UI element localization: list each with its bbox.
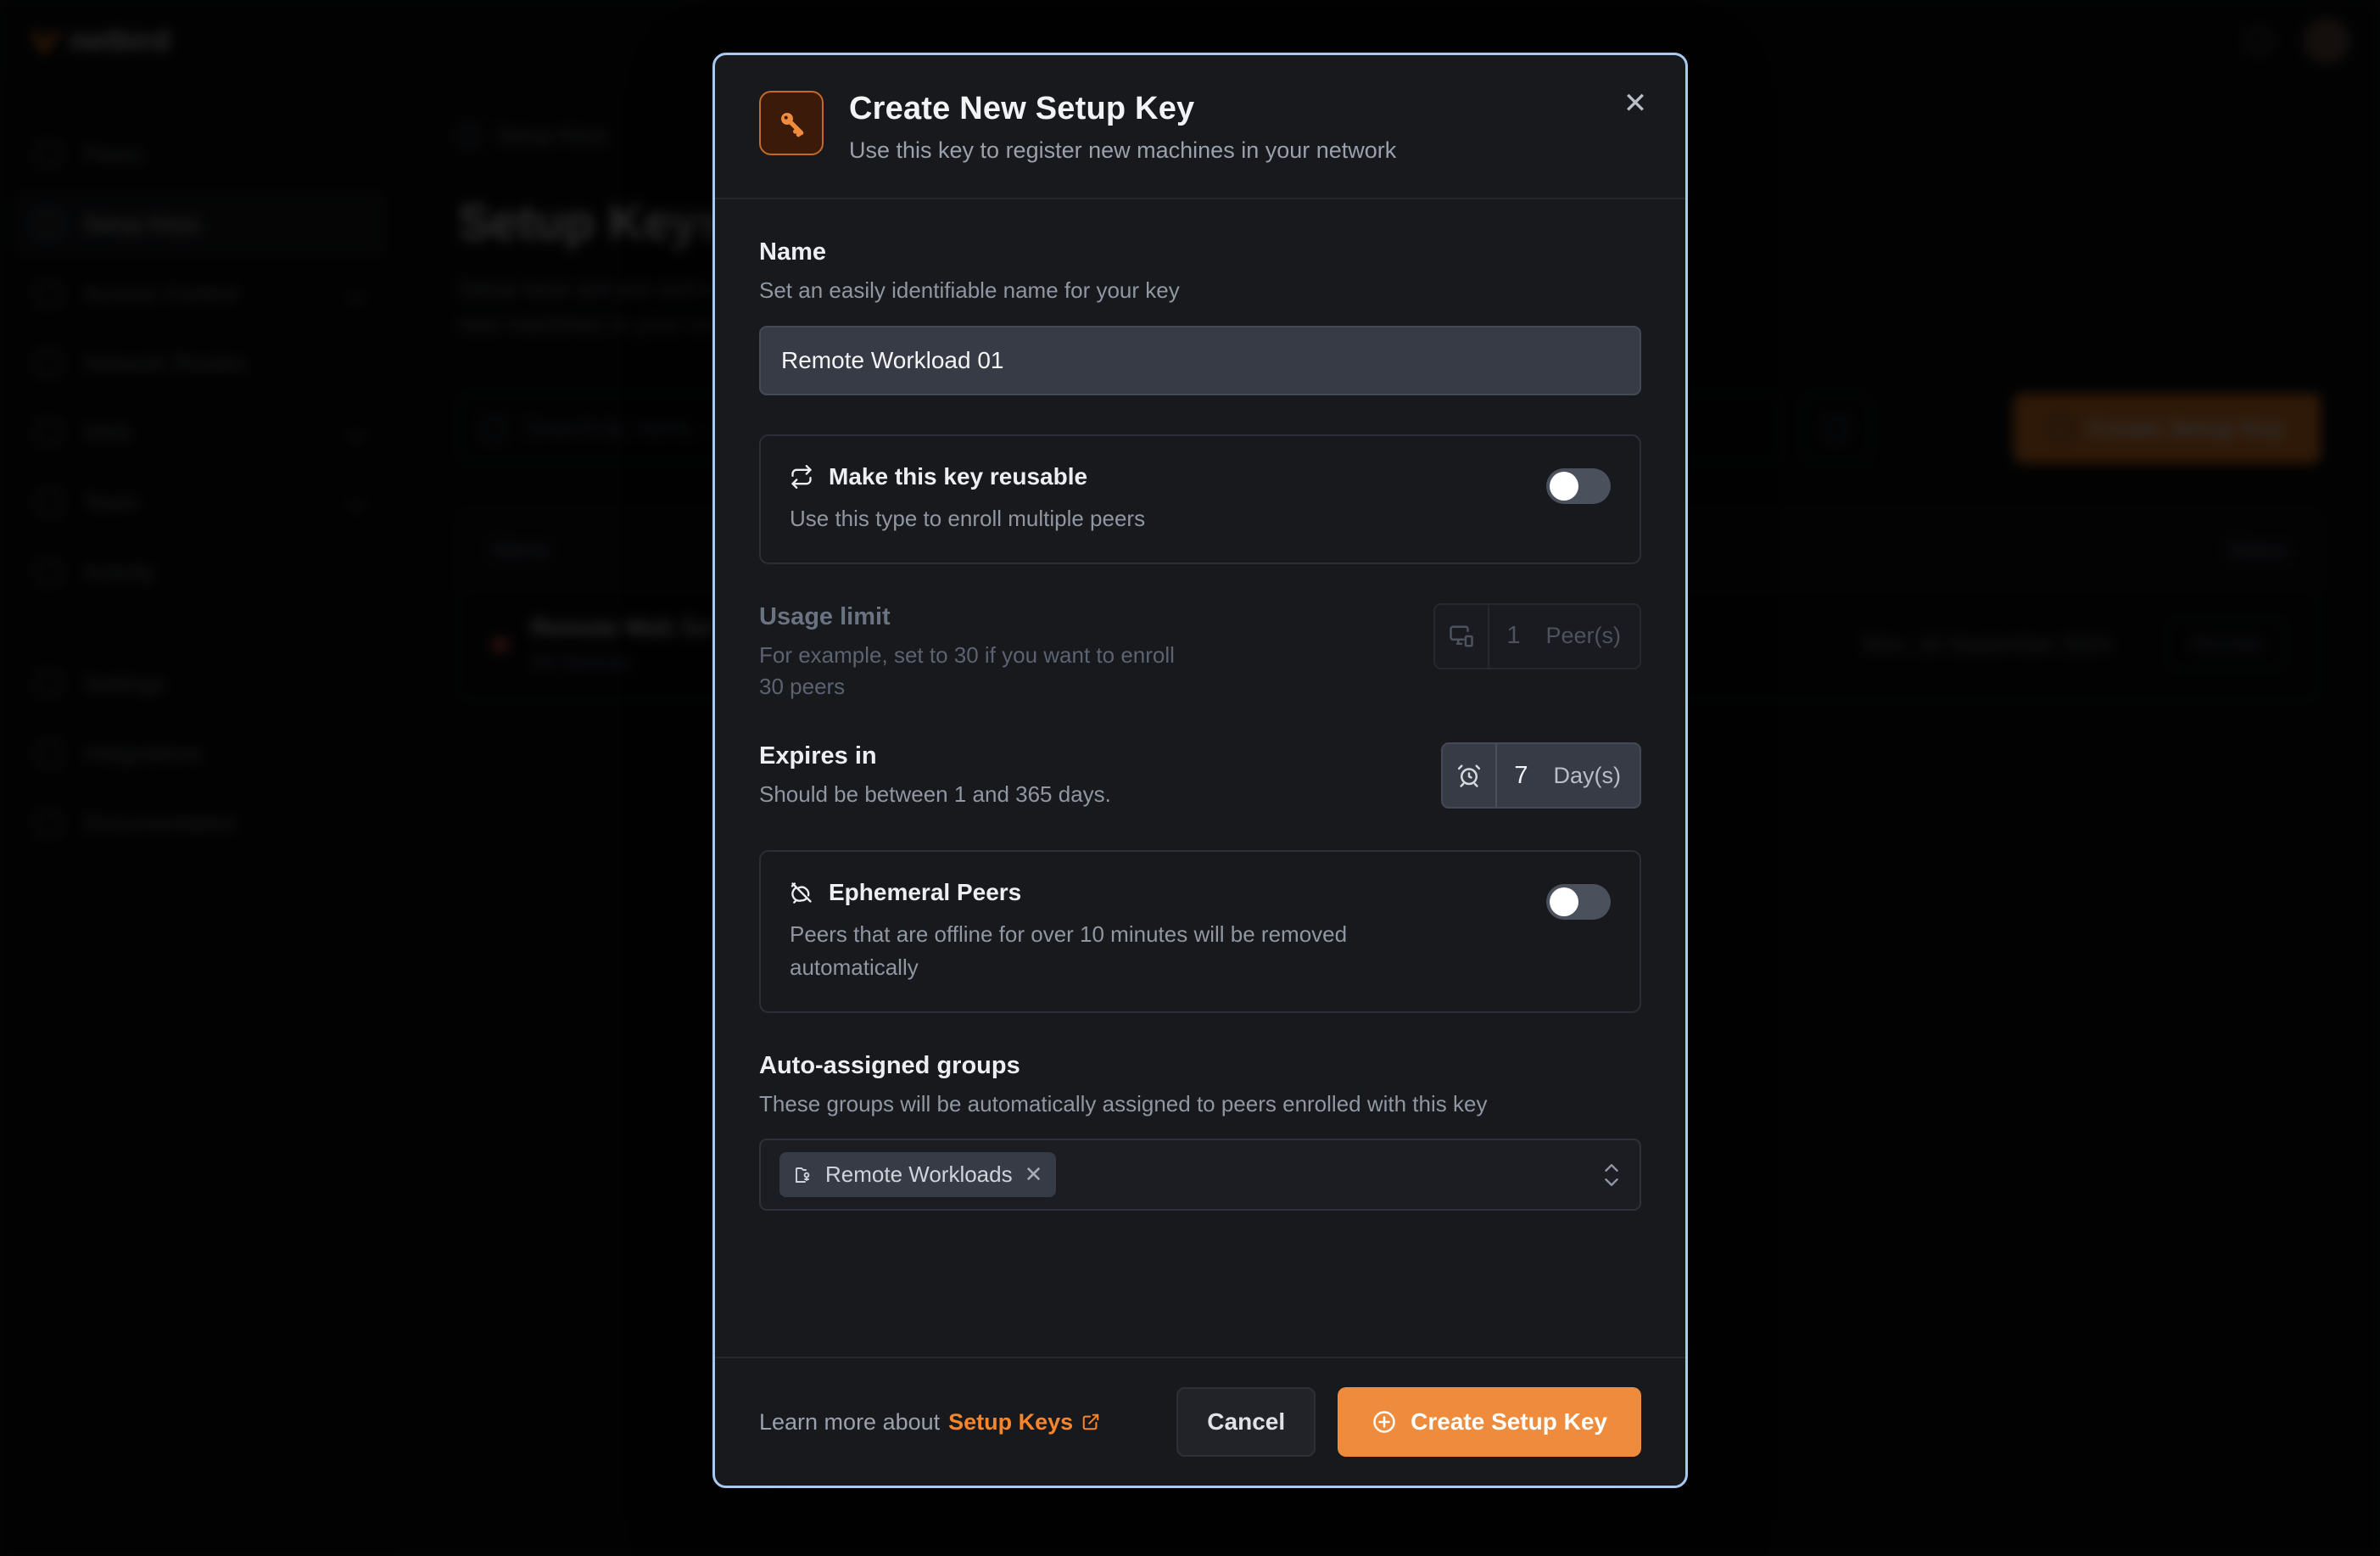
reusable-description: Use this type to enroll multiple peers <box>790 502 1434 535</box>
expires-unit: Day(s) <box>1545 744 1640 807</box>
cancel-button[interactable]: Cancel <box>1176 1387 1316 1457</box>
groups-label: Auto-assigned groups <box>759 1052 1641 1080</box>
reusable-text: Make this key reusable Use this type to … <box>790 463 1529 535</box>
modal-title: Create New Setup Key <box>849 91 1396 127</box>
usage-limit-hint: For example, set to 30 if you want to en… <box>759 640 1200 703</box>
groups-select[interactable]: Remote Workloads ✕ <box>759 1139 1641 1211</box>
screen: netbird Peers Setup Keys Access Control <box>0 0 2380 1556</box>
alarm-clock-icon <box>1443 744 1497 807</box>
usage-limit-value: 1 <box>1489 605 1537 668</box>
create-setup-key-modal: Create New Setup Key Use this key to reg… <box>712 53 1688 1488</box>
close-icon[interactable]: ✕ <box>1617 86 1653 121</box>
modal-header: Create New Setup Key Use this key to reg… <box>715 55 1685 199</box>
key-icon <box>759 91 824 155</box>
toggle-knob <box>1550 472 1578 501</box>
modal-subtitle: Use this key to register new machines in… <box>849 137 1396 164</box>
expires-input[interactable]: 7 Day(s) <box>1441 742 1641 809</box>
group-icon <box>793 1165 813 1185</box>
reusable-label: Make this key reusable <box>829 463 1087 490</box>
chevron-updown-icon <box>1602 1161 1621 1189</box>
expires-label: Expires in <box>759 742 1111 770</box>
reusable-card: Make this key reusable Use this type to … <box>759 434 1641 564</box>
groups-hint: These groups will be automatically assig… <box>759 1089 1641 1121</box>
expires-value: 7 <box>1497 744 1545 807</box>
expires-text: Expires in Should be between 1 and 365 d… <box>759 742 1111 811</box>
monitor-icon <box>1435 605 1489 668</box>
setup-keys-link-label: Setup Keys <box>948 1409 1073 1436</box>
usage-limit-text: Usage limit For example, set to 30 if yo… <box>759 603 1200 703</box>
group-chip[interactable]: Remote Workloads ✕ <box>779 1152 1056 1197</box>
alarm-clock-off-icon <box>790 881 813 904</box>
plus-circle-icon <box>1372 1409 1397 1435</box>
create-setup-key-button[interactable]: Create Setup Key <box>1338 1387 1641 1457</box>
name-hint: Set an easily identifiable name for your… <box>759 275 1641 307</box>
ephemeral-label: Ephemeral Peers <box>829 879 1021 906</box>
modal-body: Name Set an easily identifiable name for… <box>715 199 1685 1357</box>
group-chip-label: Remote Workloads <box>825 1161 1013 1188</box>
expires-group: Expires in Should be between 1 and 365 d… <box>759 742 1641 811</box>
ephemeral-description: Peers that are offline for over 10 minut… <box>790 918 1434 984</box>
expires-hint: Should be between 1 and 365 days. <box>759 779 1111 811</box>
toggle-knob <box>1550 887 1578 916</box>
groups-group: Auto-assigned groups These groups will b… <box>759 1052 1641 1212</box>
reusable-title-row: Make this key reusable <box>790 463 1529 490</box>
external-link-icon <box>1081 1413 1100 1431</box>
setup-keys-link[interactable]: Setup Keys <box>948 1409 1100 1436</box>
ephemeral-text: Ephemeral Peers Peers that are offline f… <box>790 879 1529 984</box>
usage-limit-group: Usage limit For example, set to 30 if yo… <box>759 603 1641 703</box>
ephemeral-title-row: Ephemeral Peers <box>790 879 1529 906</box>
create-setup-key-label: Create Setup Key <box>1411 1408 1607 1436</box>
usage-limit-label: Usage limit <box>759 603 1200 631</box>
usage-limit-unit: Peer(s) <box>1537 605 1640 668</box>
name-input[interactable] <box>759 326 1641 395</box>
remove-group-icon[interactable]: ✕ <box>1025 1161 1043 1188</box>
ephemeral-card: Ephemeral Peers Peers that are offline f… <box>759 850 1641 1013</box>
repeat-icon <box>790 465 813 489</box>
learn-more: Learn more about Setup Keys <box>759 1409 1100 1436</box>
name-field-group: Name Set an easily identifiable name for… <box>759 238 1641 395</box>
learn-more-prefix: Learn more about <box>759 1409 940 1436</box>
usage-limit-input: 1 Peer(s) <box>1433 603 1641 669</box>
modal-header-text: Create New Setup Key Use this key to reg… <box>849 91 1396 164</box>
reusable-toggle[interactable] <box>1546 468 1611 504</box>
modal-footer: Learn more about Setup Keys Cancel <box>715 1357 1685 1486</box>
ephemeral-toggle[interactable] <box>1546 884 1611 920</box>
name-label: Name <box>759 238 1641 266</box>
